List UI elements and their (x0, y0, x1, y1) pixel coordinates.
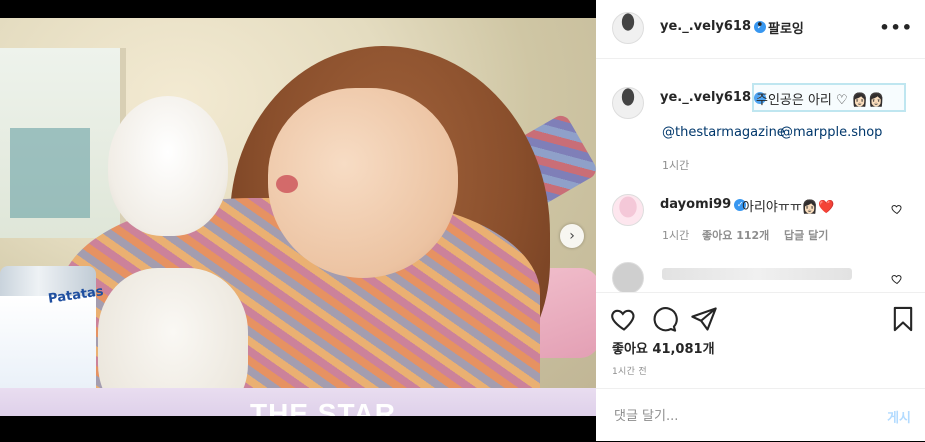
post-photo[interactable]: Patatas THE STAR › (0, 18, 596, 416)
header-separator: • (756, 18, 764, 33)
photo-watermark: THE STAR (250, 398, 396, 416)
comment-input[interactable] (612, 403, 866, 429)
comment-bubble-icon[interactable] (650, 305, 678, 333)
caption-avatar[interactable] (612, 87, 644, 119)
post-comment-button[interactable]: 게시 (887, 407, 911, 426)
mention-marpple[interactable]: @marpple.shop (780, 125, 882, 140)
next-photo-button[interactable]: › (560, 224, 584, 248)
comment-username[interactable]: dayomi99 ✓ (660, 197, 747, 212)
comment-time[interactable]: 1시간 (662, 227, 689, 243)
comments-section: ye._.vely618 ✓ 주인공은 아리 ♡ 👩🏻👩🏻 @thestarmag… (596, 59, 925, 292)
mention-thestarmagazine[interactable]: @thestarmagazine (662, 125, 785, 140)
author-username-text[interactable]: ye._.vely618 (660, 19, 751, 34)
caption-username[interactable]: ye._.vely618 ✓ (660, 90, 767, 105)
share-paper-plane-icon[interactable] (690, 305, 718, 333)
following-button[interactable]: 팔로잉 (768, 18, 804, 37)
add-comment-bar: 게시 (596, 388, 925, 442)
author-username[interactable]: ye._.vely618 ✓ (660, 19, 767, 34)
post-time[interactable]: 1시간 전 (612, 364, 647, 377)
dog-head (108, 96, 228, 236)
post-media-pane: Patatas THE STAR › (0, 0, 596, 441)
woman-lips (276, 175, 298, 193)
post-sidebar: ye._.vely618 ✓ • 팔로잉 ••• ye._.vely618 ✓ 주인… (596, 0, 925, 441)
comment-like-heart-icon[interactable] (891, 273, 903, 285)
comment-username-text[interactable]: dayomi99 (660, 197, 731, 212)
comment-likes[interactable]: 좋아요 112개 (702, 227, 769, 243)
blurred-commenter-avatar[interactable] (612, 262, 644, 292)
comment-avatar[interactable] (612, 194, 644, 226)
blurred-comment (662, 268, 852, 280)
author-avatar[interactable] (612, 12, 644, 44)
like-heart-icon[interactable] (610, 305, 638, 333)
caption-username-text[interactable]: ye._.vely618 (660, 90, 751, 105)
caption-text: 주인공은 아리 ♡ 👩🏻👩🏻 (756, 93, 885, 108)
background-window (0, 48, 126, 238)
more-options-icon[interactable]: ••• (879, 18, 913, 37)
comment-text: 아리야ㅠㅠ👩🏻❤️ (742, 200, 835, 215)
caption-time[interactable]: 1시간 (662, 157, 689, 173)
like-count[interactable]: 좋아요 41,081개 (612, 338, 715, 357)
reply-button[interactable]: 답글 달기 (784, 227, 828, 243)
post-header: ye._.vely618 ✓ • 팔로잉 ••• (596, 0, 925, 59)
comment-like-heart-icon[interactable] (891, 203, 903, 215)
save-bookmark-icon[interactable] (889, 305, 917, 333)
